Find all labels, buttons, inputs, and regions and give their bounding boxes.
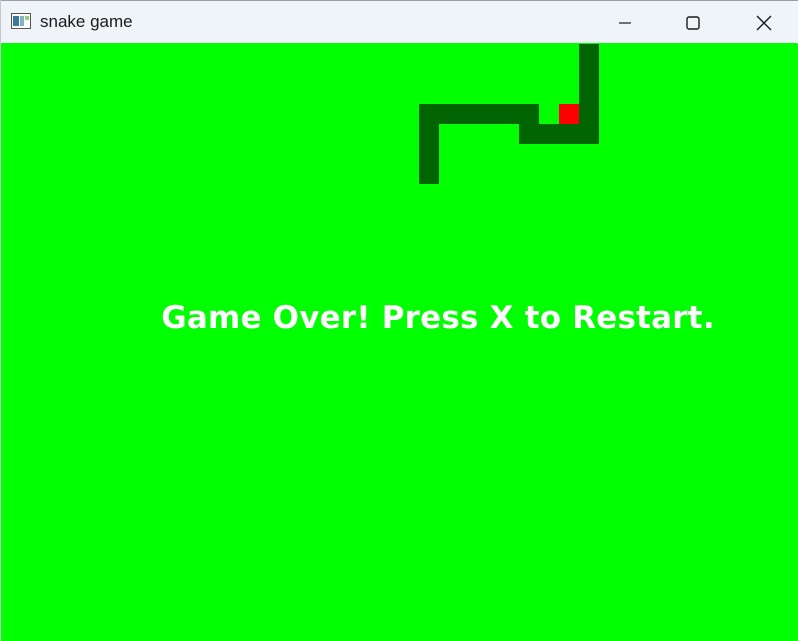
minimize-icon (619, 21, 631, 24)
app-icon (11, 13, 31, 29)
close-button[interactable] (741, 1, 787, 44)
window-title: snake game (40, 12, 133, 31)
snake-segment (419, 104, 439, 184)
game-window: snake game Game Over! Press X to Restart… (0, 0, 798, 641)
game-over-message: Game Over! Press X to Restart. (161, 300, 715, 336)
maximize-button[interactable] (670, 1, 716, 44)
close-icon (756, 15, 772, 30)
game-canvas[interactable]: Game Over! Press X to Restart. (1, 44, 798, 641)
maximize-icon (686, 15, 700, 30)
food-pellet (559, 104, 579, 124)
minimize-button[interactable] (602, 1, 648, 44)
title-bar[interactable]: snake game (1, 0, 798, 43)
